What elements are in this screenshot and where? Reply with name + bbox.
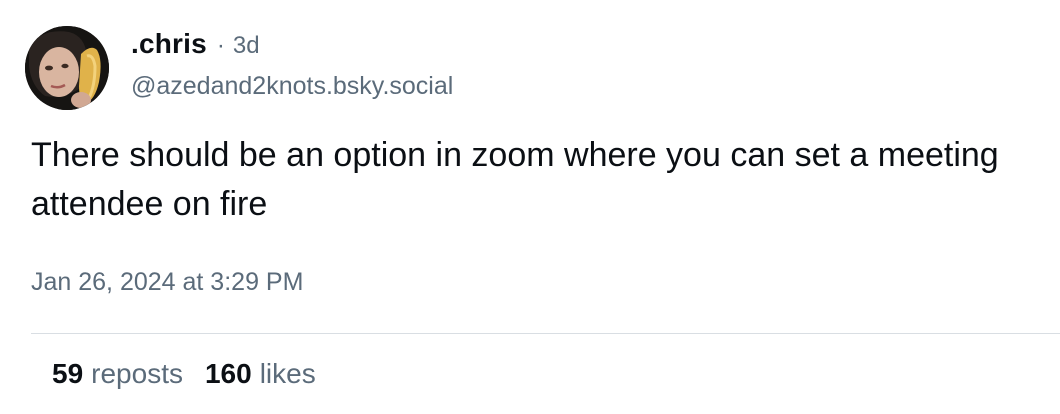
post-age[interactable]: 3d xyxy=(233,32,260,60)
author-name-row: .chris · 3d xyxy=(131,28,453,64)
likes-stat[interactable]: 160 likes xyxy=(205,358,316,390)
post-thread-item: .chris · 3d @azedand2knots.bsky.social T… xyxy=(0,0,1060,414)
separator-dot: · xyxy=(216,32,225,59)
author-display-name[interactable]: .chris xyxy=(131,28,207,60)
reposts-label: reposts xyxy=(91,358,183,389)
avatar-photo xyxy=(25,26,109,110)
post-stats: 59 reposts 160 likes xyxy=(52,358,316,390)
reposts-count: 59 xyxy=(52,358,84,389)
post-text: There should be an option in zoom where … xyxy=(31,136,999,223)
divider xyxy=(31,333,1060,334)
post-timestamp: Jan 26, 2024 at 3:29 PM xyxy=(31,268,304,296)
likes-count: 160 xyxy=(204,358,252,389)
post-header: .chris · 3d @azedand2knots.bsky.social xyxy=(131,28,453,101)
reposts-stat[interactable]: 59 reposts xyxy=(52,358,183,390)
likes-label: likes xyxy=(259,358,316,389)
avatar[interactable] xyxy=(25,26,109,110)
author-handle[interactable]: @azedand2knots.bsky.social xyxy=(131,72,453,101)
